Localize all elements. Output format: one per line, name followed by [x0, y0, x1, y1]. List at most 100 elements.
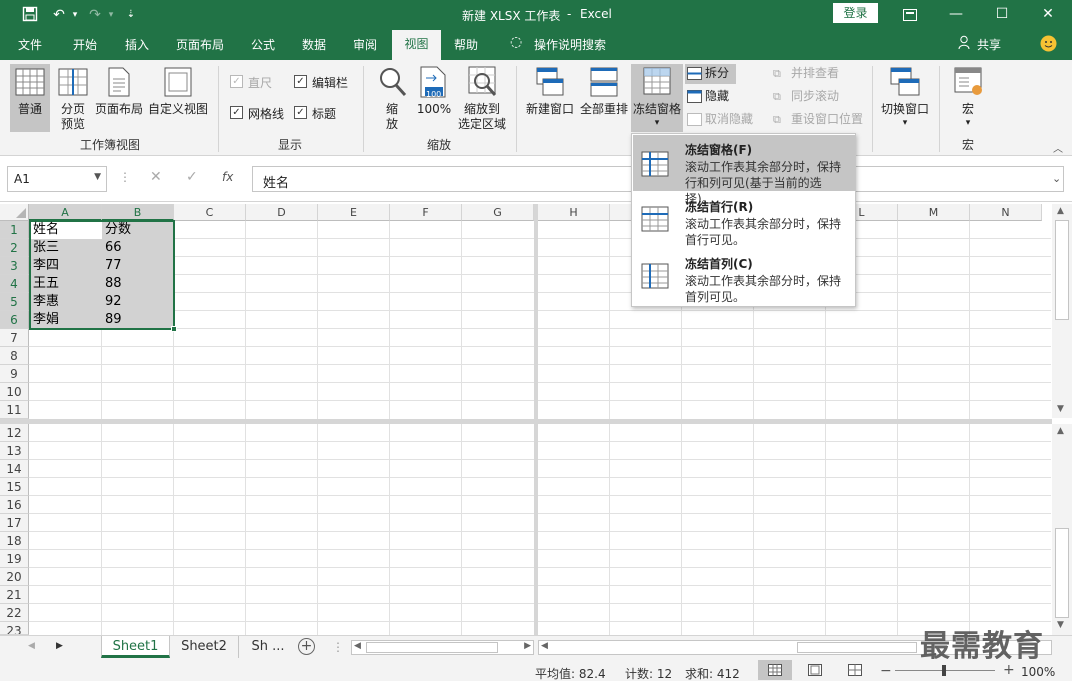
scroll-thumb[interactable]: [1055, 220, 1069, 320]
switch-windows-button[interactable]: 切换窗口 ▾: [878, 64, 932, 132]
column-header[interactable]: C: [174, 204, 246, 221]
column-header[interactable]: H: [538, 204, 610, 221]
row-header[interactable]: 5: [0, 293, 29, 311]
headings-checkbox[interactable]: ✓: [294, 106, 307, 119]
column-header[interactable]: F: [390, 204, 462, 221]
undo-dropdown-icon[interactable]: ▾: [66, 6, 84, 24]
unhide-button[interactable]: 取消隐藏: [685, 110, 757, 130]
cell-A1[interactable]: 姓名: [30, 221, 59, 239]
normal-view-status-button[interactable]: [758, 660, 792, 680]
collapse-ribbon-icon[interactable]: ︿: [1053, 140, 1063, 155]
custom-views-button[interactable]: 自定义视图: [147, 64, 209, 132]
scroll-down-icon[interactable]: ▼: [1057, 620, 1064, 630]
column-header[interactable]: G: [462, 204, 534, 221]
freeze-top-row-menu-item[interactable]: 冻结首行(R) 滚动工作表其余部分时，保持首行可见。: [633, 192, 855, 248]
page-layout-view-button[interactable]: 页面布局: [94, 64, 144, 132]
tab-file[interactable]: 文件: [18, 36, 42, 53]
row-header[interactable]: 2: [0, 239, 29, 257]
cell-A4[interactable]: 王五: [30, 275, 59, 293]
cell-A6[interactable]: 李娟: [30, 311, 59, 329]
column-header[interactable]: B: [102, 204, 174, 221]
column-header[interactable]: E: [318, 204, 390, 221]
row-header[interactable]: 8: [0, 347, 29, 365]
macros-button[interactable]: 宏 ▾: [948, 64, 988, 132]
share-button[interactable]: 共享: [977, 36, 1001, 53]
maximize-icon[interactable]: ☐: [979, 0, 1025, 30]
horizontal-split-bar[interactable]: [0, 419, 1052, 424]
zoom-out-icon[interactable]: −: [880, 663, 892, 679]
column-header[interactable]: M: [898, 204, 970, 221]
row-header[interactable]: 16: [0, 496, 29, 514]
share-icon[interactable]: [958, 35, 972, 53]
row-header[interactable]: 21: [0, 586, 29, 604]
sheet-tab-more[interactable]: Sh ...: [243, 636, 293, 658]
hide-button[interactable]: 隐藏: [685, 87, 736, 107]
row-header[interactable]: 7: [0, 329, 29, 347]
row-header[interactable]: 17: [0, 514, 29, 532]
row-header[interactable]: 10: [0, 383, 29, 401]
tab-page-layout[interactable]: 页面布局: [176, 36, 224, 53]
zoom-100-button[interactable]: 100 100%: [414, 64, 454, 132]
expand-formula-bar-icon[interactable]: ⌄: [1052, 172, 1061, 185]
freeze-panes-button[interactable]: 冻结窗格 ▾: [631, 64, 683, 132]
customize-toolbar-icon[interactable]: ⇣: [122, 6, 140, 24]
row-header[interactable]: 23: [0, 622, 29, 635]
zoom-button[interactable]: 缩 放: [373, 64, 411, 132]
confirm-entry-icon[interactable]: ✓: [186, 169, 198, 185]
cell-B6[interactable]: 89: [102, 311, 122, 329]
tab-data[interactable]: 数据: [302, 36, 326, 53]
freeze-panes-menu-item[interactable]: 冻结窗格(F) 滚动工作表其余部分时，保持行和列可见(基于当前的选择)。: [633, 135, 855, 206]
fill-handle[interactable]: [171, 326, 177, 332]
close-icon[interactable]: ✕: [1025, 0, 1071, 30]
row-header[interactable]: 9: [0, 365, 29, 383]
row-header[interactable]: 4: [0, 275, 29, 293]
row-header[interactable]: 6: [0, 311, 29, 329]
cell-B2[interactable]: 66: [102, 239, 122, 257]
scroll-thumb[interactable]: [1055, 528, 1069, 618]
zoom-level[interactable]: 100%: [1021, 665, 1055, 679]
row-header[interactable]: 3: [0, 257, 29, 275]
ruler-checkbox[interactable]: ✓: [230, 75, 243, 88]
cell-A3[interactable]: 李四: [30, 257, 59, 275]
page-break-preview-button[interactable]: 分页 预览: [54, 64, 92, 132]
top-vertical-scrollbar[interactable]: ▲ ▼: [1052, 204, 1072, 418]
row-header[interactable]: 1: [0, 221, 29, 239]
row-header[interactable]: 13: [0, 442, 29, 460]
tab-splitter-icon[interactable]: ⋮: [332, 640, 344, 654]
arrange-all-button[interactable]: 全部重排: [578, 64, 630, 132]
sheet-tab-sheet2[interactable]: Sheet2: [170, 636, 239, 658]
row-header[interactable]: 20: [0, 568, 29, 586]
zoom-to-selection-button[interactable]: 缩放到 选定区域: [456, 64, 508, 132]
horizontal-scrollbar-left[interactable]: ◀ ▶: [351, 640, 534, 655]
scroll-up-icon[interactable]: ▲: [1057, 206, 1064, 216]
sync-scroll-button[interactable]: ⧉ 同步滚动: [771, 87, 845, 107]
cell-B5[interactable]: 92: [102, 293, 122, 311]
tab-home[interactable]: 开始: [73, 36, 97, 53]
scroll-thumb[interactable]: [366, 642, 498, 653]
row-header[interactable]: 22: [0, 604, 29, 622]
name-box[interactable]: A1 ▼: [7, 166, 107, 192]
cancel-entry-icon[interactable]: ✕: [150, 169, 162, 185]
save-icon[interactable]: [21, 6, 39, 24]
next-sheet-icon[interactable]: ▶: [56, 641, 63, 651]
scroll-up-icon[interactable]: ▲: [1057, 426, 1064, 436]
zoom-in-icon[interactable]: +: [1003, 662, 1015, 678]
row-header[interactable]: 19: [0, 550, 29, 568]
row-header[interactable]: 18: [0, 532, 29, 550]
minimize-icon[interactable]: —: [933, 0, 979, 30]
column-header[interactable]: N: [970, 204, 1042, 221]
tell-me-search[interactable]: 操作说明搜索: [534, 36, 606, 53]
prev-sheet-icon[interactable]: ◀: [28, 641, 35, 651]
row-header[interactable]: 15: [0, 478, 29, 496]
view-side-by-side-button[interactable]: ⧉ 并排查看: [771, 64, 845, 84]
cell-A5[interactable]: 李惠: [30, 293, 59, 311]
tab-view[interactable]: 视图: [392, 30, 441, 60]
redo-dropdown-icon[interactable]: ▾: [102, 6, 120, 24]
freeze-first-column-menu-item[interactable]: 冻结首列(C) 滚动工作表其余部分时，保持首列可见。: [633, 249, 855, 305]
scroll-left-icon[interactable]: ◀: [354, 641, 361, 651]
select-all-corner[interactable]: [0, 204, 29, 221]
add-sheet-icon[interactable]: +: [298, 638, 315, 655]
reset-window-position-button[interactable]: ⧉ 重设窗口位置: [771, 110, 867, 130]
insert-function-icon[interactable]: fx: [222, 170, 233, 184]
bottom-vertical-scrollbar[interactable]: ▲ ▼: [1052, 424, 1072, 635]
